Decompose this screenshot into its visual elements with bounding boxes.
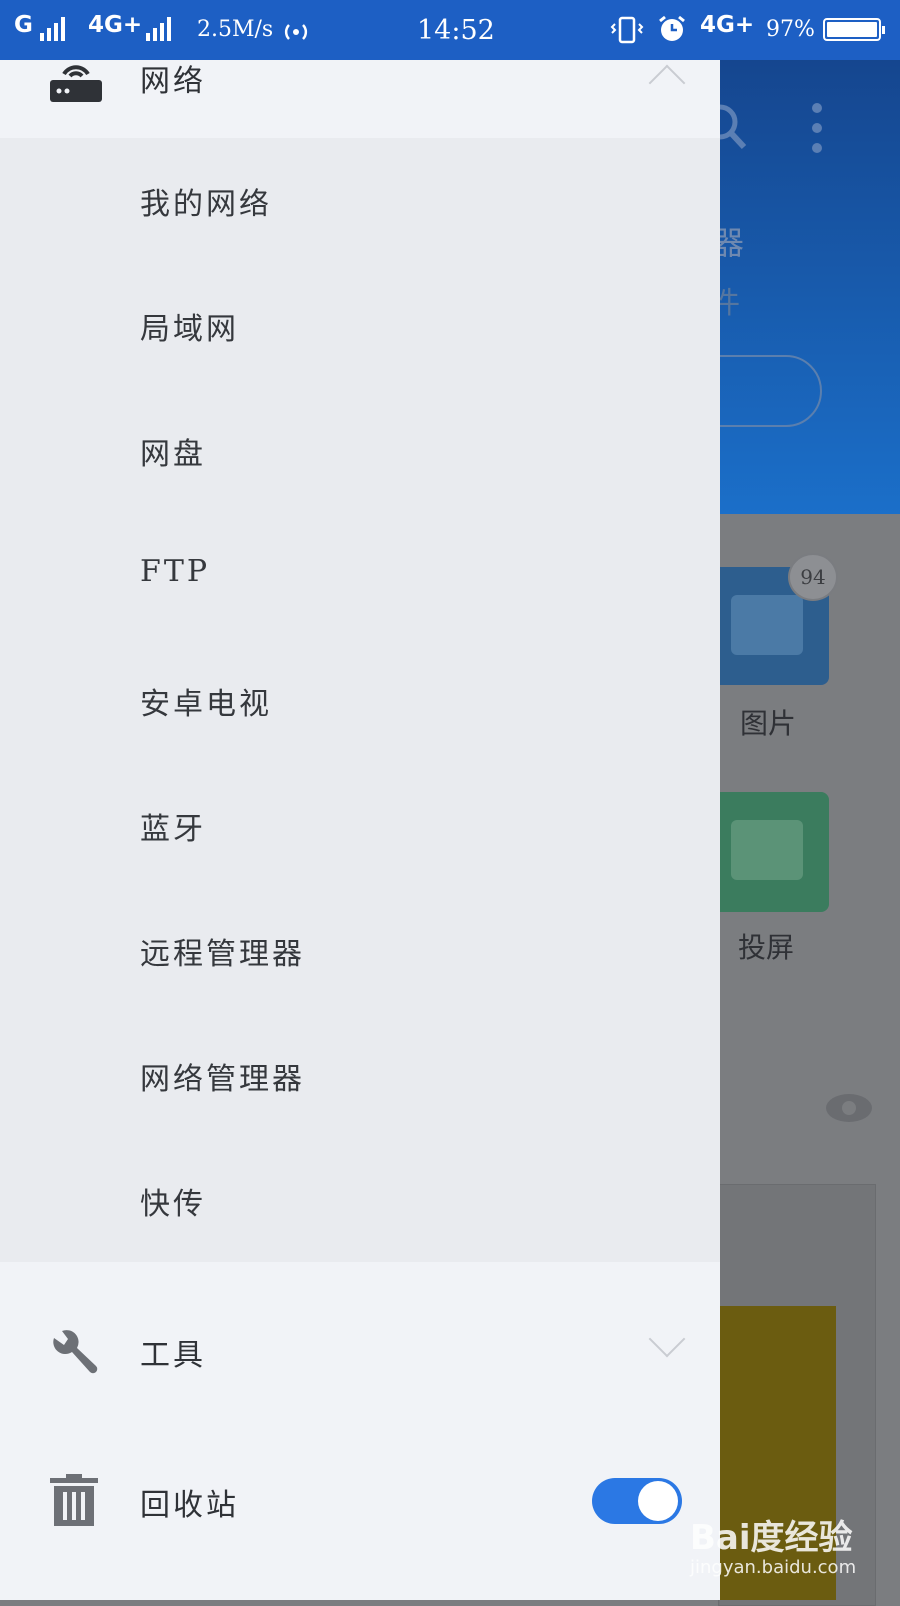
network-speed: 2.5M/s [197,17,274,42]
wrench-icon [53,1330,98,1374]
menu-item-network-manager[interactable]: 网络管理器 [0,1013,720,1138]
network-section-label: 网络 [140,64,206,99]
toggle-knob [638,1481,678,1521]
recycle-bin-toggle[interactable] [592,1478,682,1524]
menu-item-android-tv[interactable]: 安卓电视 [0,638,720,763]
network-type: 4G+ [700,12,755,38]
images-tile-label: 图片 [740,707,797,740]
menu-item-label: 局域网 [140,312,239,347]
signal-1-icon [40,17,65,41]
signal-2-icon [146,17,171,41]
status-bar: G 4G+ 2.5M/s 14:52 4G+ 97% [0,0,900,60]
more-options-icon[interactable] [812,103,822,163]
menu-item-label: 远程管理器 [140,937,305,972]
battery-icon [823,18,885,41]
menu-item-label: 我的网络 [140,187,272,222]
menu-item-remote-manager[interactable]: 远程管理器 [0,888,720,1013]
trash-icon [50,1474,98,1526]
alarm-icon [659,15,685,41]
recycle-bin-label: 回收站 [140,1488,239,1523]
menu-item-label: 网络管理器 [140,1062,305,1097]
chevron-up-icon[interactable] [648,64,686,102]
menu-item-quick-transfer[interactable]: 快传 [0,1138,720,1263]
menu-item-label: 蓝牙 [140,812,206,847]
menu-item-label: 安卓电视 [140,687,272,722]
menu-item-label: 快传 [140,1187,206,1222]
tools-section-header[interactable]: 工具 [0,1310,720,1390]
menu-item-bluetooth[interactable]: 蓝牙 [0,763,720,888]
battery-percent: 97% [766,17,815,42]
image-icon [731,595,803,655]
menu-item-label: 网盘 [140,437,206,472]
menu-item-cloud-drive[interactable]: 网盘 [0,388,720,513]
navigation-drawer: 网络 我的网络 局域网 网盘 FTP 安卓电视 蓝牙 远程管理器 网络管理器 快… [0,0,720,1600]
cast-icon [731,820,803,880]
network-section-header[interactable]: 网络 [0,48,720,128]
baidu-watermark: Bai度经验 jingyan.baidu.com [690,1510,856,1578]
watermark-url: jingyan.baidu.com [690,1557,857,1578]
cast-tile-label: 投屏 [738,931,795,964]
watermark-logo: Bai度经验 [690,1518,853,1558]
chevron-down-icon[interactable] [648,1320,686,1358]
carrier-2-label: 4G+ [88,12,143,38]
eye-icon[interactable] [826,1094,872,1122]
network-submenu: 我的网络 局域网 网盘 FTP 安卓电视 蓝牙 远程管理器 网络管理器 快传 [0,138,720,1262]
menu-item-ftp[interactable]: FTP [0,513,720,638]
images-count-badge: 94 [788,553,838,601]
tools-section-label: 工具 [140,1338,206,1373]
menu-item-lan[interactable]: 局域网 [0,263,720,388]
vibrate-icon [610,16,644,44]
carrier-1-label: G [14,12,33,38]
hotspot-icon [284,24,308,40]
menu-item-label: FTP [140,554,211,589]
cast-tile[interactable] [705,792,829,912]
menu-item-my-network[interactable]: 我的网络 [0,138,720,263]
router-icon [50,65,102,102]
status-time: 14:52 [417,15,495,46]
